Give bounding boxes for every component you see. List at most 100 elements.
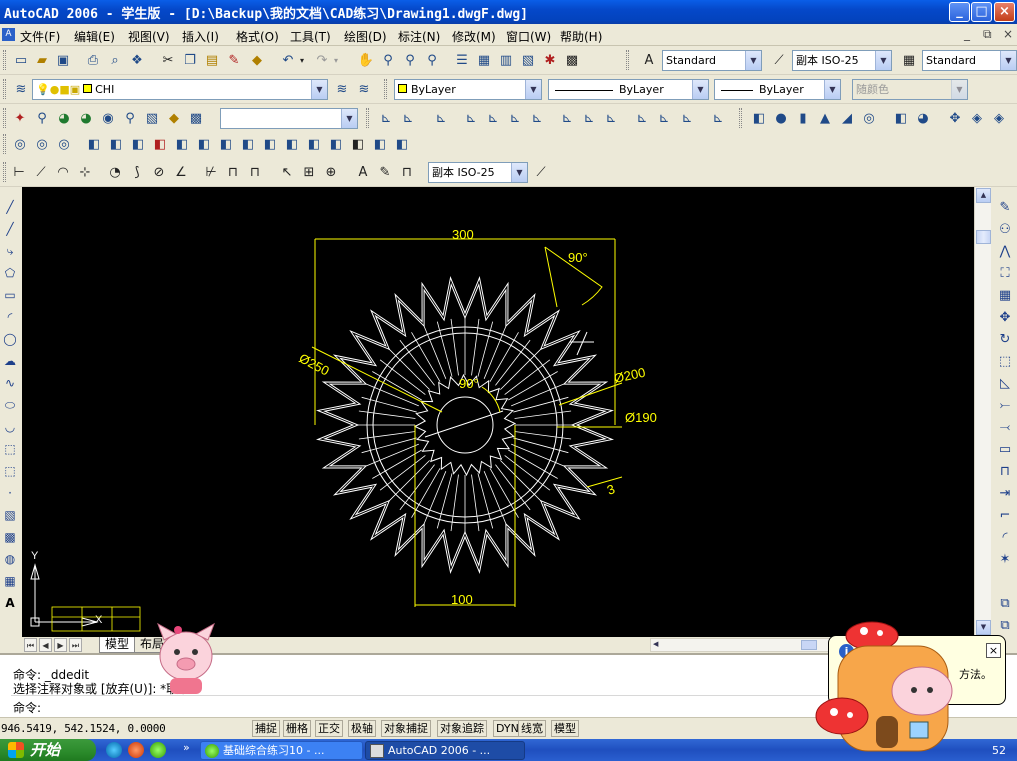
extend-icon[interactable]: ⤙ — [994, 417, 1016, 439]
menu-file[interactable]: 文件(F) — [20, 28, 60, 45]
array-icon[interactable]: ▦ — [994, 285, 1016, 307]
rectangle-icon[interactable]: ▭ — [1, 285, 19, 305]
revolve-icon[interactable]: ◕ — [912, 108, 934, 129]
mview-icon[interactable]: ▩ — [185, 108, 207, 129]
toolbar-grip[interactable] — [626, 50, 629, 70]
toolbar-grip[interactable] — [384, 79, 387, 99]
toolbar-grip[interactable] — [3, 108, 6, 128]
ucs-object-icon[interactable]: ⊾ — [482, 108, 504, 129]
color-select[interactable]: ByLayer ▼ — [394, 79, 542, 100]
extrude-icon[interactable]: ◧ — [890, 108, 912, 129]
separate-icon[interactable]: ◧ — [347, 134, 369, 155]
render-icon[interactable]: ◕ — [75, 108, 97, 129]
grid-toggle[interactable]: 栅格 — [283, 720, 311, 737]
explode-icon[interactable]: ✶ — [994, 549, 1016, 571]
plot-icon[interactable]: ⎙ — [82, 50, 104, 71]
cone-icon[interactable]: ▲ — [814, 108, 836, 129]
start-button[interactable]: 开始 — [0, 739, 96, 761]
app-menu-icon[interactable]: A — [2, 28, 15, 41]
construction-line-icon[interactable]: ╱ — [1, 219, 19, 239]
match-properties-icon[interactable]: ✎ — [223, 50, 245, 71]
dim-edit-icon[interactable]: A — [352, 162, 374, 183]
mirror-icon[interactable]: ⋀ — [994, 241, 1016, 263]
menu-help[interactable]: 帮助(H) — [560, 28, 602, 45]
undo-dropdown-icon[interactable]: ▾ — [297, 50, 307, 71]
offset-faces-icon[interactable]: ◧ — [127, 134, 149, 155]
ucs-view-icon[interactable]: ⊾ — [504, 108, 526, 129]
polygon-icon[interactable]: ⬠ — [1, 263, 19, 283]
zoom-window-icon[interactable]: ⚲ — [399, 50, 421, 71]
plot-preview-icon[interactable]: ⌕ — [104, 50, 126, 71]
circle-icon[interactable]: ◯ — [1, 329, 19, 349]
menu-insert[interactable]: 插入(I) — [182, 28, 219, 45]
taper-faces-icon[interactable]: ◧ — [193, 134, 215, 155]
make-layer-current-icon[interactable]: ≋ — [331, 79, 353, 100]
rotate-icon[interactable]: ↻ — [994, 329, 1016, 351]
move-icon[interactable]: ✥ — [994, 307, 1016, 329]
table-icon[interactable]: ▦ — [1, 571, 19, 591]
ellipse-icon[interactable]: ⬭ — [1, 395, 19, 415]
save-icon[interactable]: ▣ — [52, 50, 74, 71]
publish-icon[interactable]: ❖ — [126, 50, 148, 71]
scroll-up-arrow[interactable]: ▲ — [976, 188, 991, 203]
trim-icon[interactable]: ⤚ — [994, 395, 1016, 417]
polar-toggle[interactable]: 极轴 — [348, 720, 376, 737]
scale-icon[interactable]: ⬚ — [994, 351, 1016, 373]
task-button-2[interactable]: AutoCAD 2006 - ... — [365, 741, 525, 760]
model-toggle[interactable]: 模型 — [551, 720, 579, 737]
block-editor-icon[interactable]: ◆ — [246, 50, 268, 71]
wedge-icon[interactable]: ◢ — [836, 108, 858, 129]
layer-manager-icon[interactable]: ≋ — [10, 79, 32, 100]
chamfer-icon[interactable]: ⌐ — [994, 505, 1016, 527]
menu-tools[interactable]: 工具(T) — [290, 28, 331, 45]
named-ucs-icon[interactable]: ⊾ — [707, 108, 729, 129]
doc-restore-button[interactable]: ⧉ — [983, 27, 992, 42]
3d-rotate-icon[interactable]: ◈ — [966, 108, 988, 129]
shell-icon[interactable]: ◧ — [369, 134, 391, 155]
doc-close-button[interactable]: × — [1003, 27, 1013, 41]
named-views-icon[interactable]: ⚲ — [119, 108, 141, 129]
block-icon[interactable]: ◆ — [163, 108, 185, 129]
media-icon[interactable] — [128, 742, 144, 758]
design-center-icon[interactable]: ▦ — [473, 50, 495, 71]
polyline-icon[interactable]: ⤷ — [1, 241, 19, 261]
toolbar-grip[interactable] — [3, 162, 6, 182]
cut-icon[interactable]: ✂ — [157, 50, 179, 71]
toolbar-grip[interactable] — [366, 108, 369, 128]
torus-icon[interactable]: ◎ — [858, 108, 880, 129]
pan-icon[interactable]: ✋ — [355, 50, 377, 71]
quicklaunch-icon[interactable] — [150, 742, 166, 758]
zoom-realtime-icon[interactable]: ⚲ — [377, 50, 399, 71]
spline-icon[interactable]: ∿ — [1, 373, 19, 393]
draw-order-icon[interactable]: ⧉ — [994, 593, 1016, 615]
maximize-button[interactable]: □ — [971, 2, 992, 22]
center-mark-icon[interactable]: ⊕ — [320, 162, 342, 183]
line-icon[interactable]: ╱ — [1, 197, 19, 217]
dim-style-select[interactable]: 副本 ISO-25 ▼ — [792, 50, 892, 71]
scroll-thumb[interactable] — [976, 230, 991, 244]
ucs-world-icon[interactable]: ⊾ — [397, 108, 419, 129]
copy-object-icon[interactable]: ⚇ — [994, 219, 1016, 241]
union-icon[interactable]: ◎ — [9, 134, 31, 155]
layer-previous-icon[interactable]: ≋ — [353, 79, 375, 100]
ucs-z-icon[interactable]: ⊾ — [653, 108, 675, 129]
revision-cloud-icon[interactable]: ☁ — [1, 351, 19, 371]
ucs-origin-icon[interactable]: ⊾ — [526, 108, 548, 129]
drawing-canvas[interactable]: 300 90° Ø250 Ø200 Ø190 90° 3 100 Y X — [22, 187, 974, 637]
join-icon[interactable]: ⇥ — [994, 483, 1016, 505]
continue-dim-icon[interactable]: ⊓ — [244, 162, 266, 183]
stretch-icon[interactable]: ◺ — [994, 373, 1016, 395]
text-style-icon[interactable]: A — [638, 50, 660, 71]
color-faces-icon[interactable]: ◧ — [237, 134, 259, 155]
layer-select[interactable]: 💡●■▣ CHI ▼ — [32, 79, 328, 100]
diameter-dim-icon[interactable]: ⊘ — [148, 162, 170, 183]
ucs-previous-icon[interactable]: ⊾ — [430, 108, 452, 129]
osnap-toggle[interactable]: 对象捕捉 — [381, 720, 431, 737]
minimize-button[interactable]: _ — [949, 2, 970, 22]
lineweight-select[interactable]: ByLayer ▼ — [714, 79, 841, 100]
menu-dimension[interactable]: 标注(N) — [398, 28, 440, 45]
extrude-faces-icon[interactable]: ◧ — [83, 134, 105, 155]
otrack-toggle[interactable]: 对象追踪 — [437, 720, 487, 737]
toolbar-grip[interactable] — [3, 50, 6, 70]
dim-style-icon[interactable]: ⟋ — [768, 50, 790, 71]
